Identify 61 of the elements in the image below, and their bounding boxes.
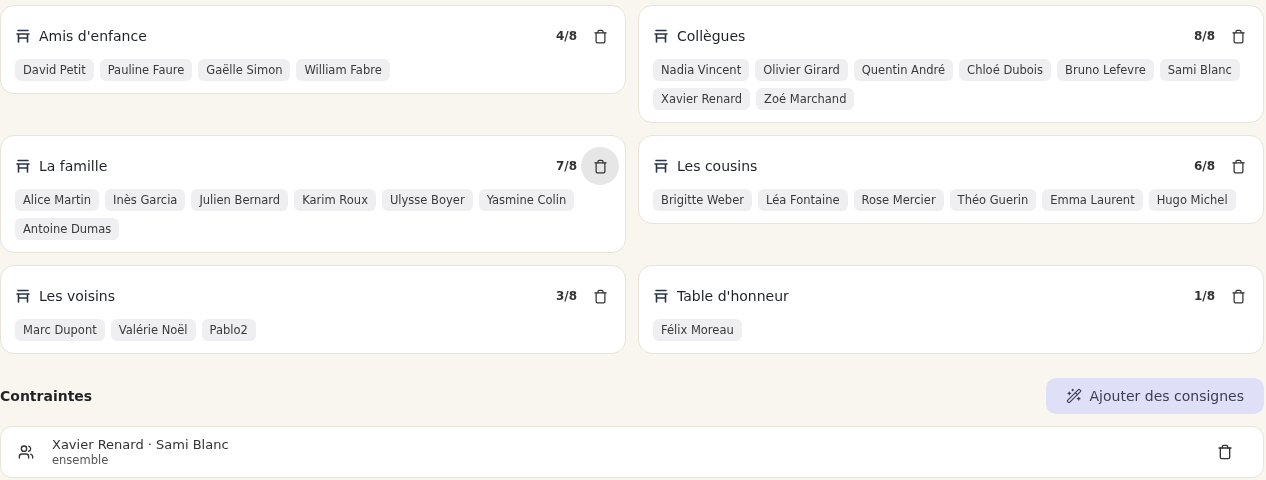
users-icon: [18, 444, 34, 460]
table-icon: [653, 159, 669, 173]
guest-chip: Nadia Vincent: [653, 59, 750, 81]
guest-chip: Xavier Renard: [653, 88, 751, 110]
table-name: Les voisins: [39, 288, 116, 304]
table-name: Amis d'enfance: [39, 28, 148, 44]
table-name: Les cousins: [677, 158, 759, 174]
guest-chip: Ulysse Boyer: [381, 189, 473, 211]
delete-button[interactable]: [581, 147, 619, 185]
guest-chip: Théo Guerin: [949, 189, 1037, 211]
table-name: Table d'honneur: [677, 288, 790, 304]
add-instructions-button[interactable]: Ajouter des consignes: [1045, 378, 1264, 414]
seat-count: 7/8: [555, 159, 577, 173]
guest-chip: Sami Blanc: [1159, 59, 1240, 81]
trash-icon: [592, 158, 608, 174]
guest-chip: Zoé Marchand: [756, 88, 855, 110]
seat-count: 4/8: [555, 29, 577, 43]
guest-chip: Félix Moreau: [653, 319, 742, 341]
table-icon: [15, 29, 31, 43]
table-icon: [15, 159, 31, 173]
trash-icon: [1230, 158, 1246, 174]
guest-chip: William Fabre: [296, 59, 390, 81]
guest-chip: Bruno Lefevre: [1057, 59, 1154, 81]
trash-icon: [1230, 28, 1246, 44]
delete-icon[interactable]: [1217, 444, 1233, 460]
constraint-type: ensemble: [52, 453, 110, 467]
guest-chip: Gaëlle Simon: [198, 59, 291, 81]
trash-icon: [592, 288, 608, 304]
seat-count: 1/8: [1193, 289, 1215, 303]
guest-chip: Marc Dupont: [15, 319, 105, 341]
guest-chip: Rose Mercier: [853, 189, 944, 211]
table-icon: [15, 289, 31, 303]
guest-chip: Léa Fontaine: [757, 189, 848, 211]
guest-chip: Olivier Girard: [755, 59, 848, 81]
magic-wand-icon: [1065, 388, 1082, 404]
guest-chip: Hugo Michel: [1148, 189, 1236, 211]
guest-chip: Yasmine Colin: [478, 189, 575, 211]
guest-chip: Emma Laurent: [1042, 189, 1143, 211]
guest-chip: Brigitte Weber: [653, 189, 752, 211]
guest-chip: Pauline Faure: [99, 59, 193, 81]
guest-chip: Inès Garcia: [105, 189, 186, 211]
seat-count: 3/8: [555, 289, 577, 303]
trash-icon: [1230, 288, 1246, 304]
section-title: Contraintes: [0, 388, 93, 404]
table-name: La famille: [39, 158, 109, 174]
guest-chip: Julien Bernard: [191, 189, 289, 211]
guest-chip: Quentin André: [853, 59, 954, 81]
guest-chip: Valérie Noël: [110, 319, 196, 341]
guest-chip: Alice Martin: [15, 189, 99, 211]
table-icon: [653, 289, 669, 303]
seat-count: 8/8: [1193, 29, 1215, 43]
trash-icon: [592, 28, 608, 44]
table-name: Collègues: [677, 28, 747, 44]
guest-chip: Chloé Dubois: [959, 59, 1052, 81]
guest-chip: Pablo2: [201, 319, 256, 341]
guest-chip: Karim Roux: [294, 189, 376, 211]
guest-chip: David Petit: [15, 59, 94, 81]
table-icon: [653, 29, 669, 43]
constraint-people: Xavier Renard · Sami Blanc: [52, 437, 230, 452]
guest-chip: Antoine Dumas: [15, 218, 120, 240]
seat-count: 6/8: [1193, 159, 1215, 173]
